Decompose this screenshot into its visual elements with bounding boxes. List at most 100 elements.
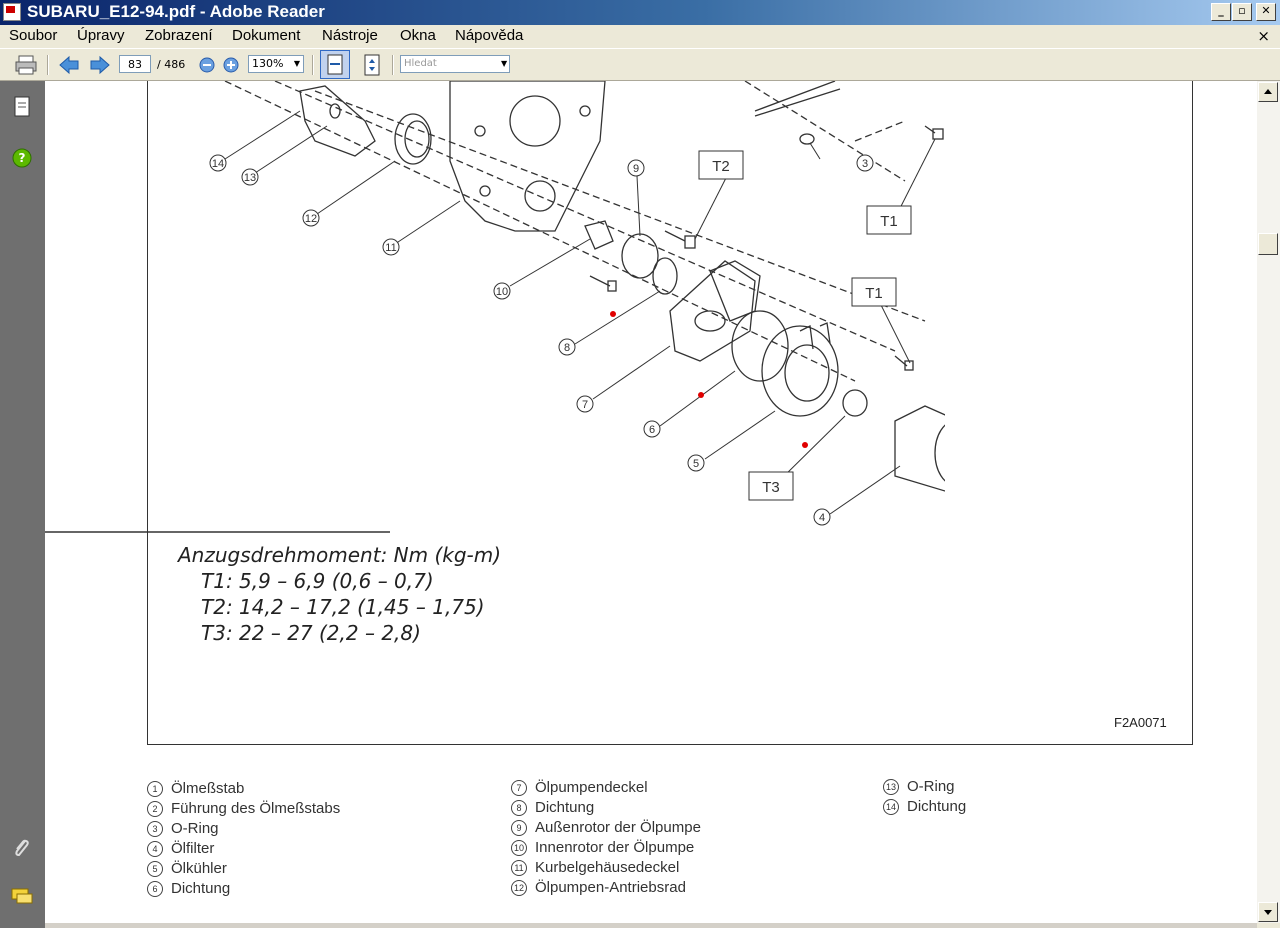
- menu-nastroje[interactable]: Nástroje: [322, 27, 378, 44]
- fit-width-button[interactable]: [320, 50, 350, 79]
- toolbar: 83 / 486 130% ▼ Hledat ▼: [0, 48, 1280, 81]
- torque-t1: T1: 5,9 – 6,9 (0,6 – 0,7): [201, 569, 434, 593]
- pdf-app-icon: [3, 3, 21, 21]
- torque-t3: T3: 22 – 27 (2,2 – 2,8): [201, 621, 421, 645]
- legend-item: 14 Dichtung: [883, 798, 966, 815]
- torque-box-t1-upper: T1: [866, 205, 912, 235]
- menu-dokument[interactable]: Dokument: [232, 27, 300, 44]
- svg-text:11: 11: [385, 242, 396, 254]
- legend-item: 9 Außenrotor der Ölpumpe: [511, 819, 701, 836]
- legend-item: 3 O-Ring: [147, 820, 219, 837]
- next-page-icon[interactable]: [89, 55, 111, 75]
- vertical-scrollbar[interactable]: [1257, 81, 1280, 923]
- minimize-button[interactable]: _: [1211, 3, 1231, 21]
- attachment-icon[interactable]: [11, 837, 33, 859]
- comments-icon[interactable]: [10, 887, 34, 907]
- svg-text:7: 7: [582, 399, 588, 411]
- zoom-out-icon[interactable]: [198, 56, 216, 74]
- svg-text:9: 9: [633, 163, 639, 175]
- callout-13: 13: [241, 168, 259, 186]
- torque-heading: Anzugsdrehmoment: Nm (kg-m): [178, 543, 502, 567]
- legend-item: 10 Innenrotor der Ölpumpe: [511, 839, 694, 856]
- svg-text:5: 5: [693, 458, 699, 470]
- chevron-down-icon: ▼: [293, 59, 300, 68]
- svg-text:T1: T1: [880, 213, 898, 230]
- menu-upravy[interactable]: Úpravy: [77, 27, 125, 44]
- svg-text:12: 12: [305, 213, 317, 225]
- legend-item: 8 Dichtung: [511, 799, 594, 816]
- torque-box-t2: T2: [698, 150, 744, 180]
- menu-okna[interactable]: Okna: [400, 27, 436, 44]
- callout-11: 11: [382, 238, 400, 256]
- callout-6: 6: [643, 420, 661, 438]
- legend-item: 12 Ölpumpen-Antriebsrad: [511, 879, 686, 896]
- callout-10: 10: [493, 282, 511, 300]
- menu-napoveda[interactable]: Nápověda: [455, 27, 523, 44]
- legend-item: 11 Kurbelgehäusedeckel: [511, 859, 679, 876]
- help-icon[interactable]: ?: [11, 147, 33, 169]
- exploded-diagram: 14 13 12 11 10 9 8 7 6 5 4 3 T2 T1 T1 T3: [45, 81, 945, 533]
- menu-zobrazeni[interactable]: Zobrazení: [145, 27, 213, 44]
- svg-text:10: 10: [496, 286, 508, 298]
- fit-width-icon: [327, 54, 343, 75]
- page-total: / 486: [157, 58, 186, 71]
- torque-box-t1-lower: T1: [851, 277, 897, 307]
- svg-text:4: 4: [819, 512, 825, 524]
- svg-text:6: 6: [649, 424, 655, 436]
- print-icon[interactable]: [14, 54, 38, 76]
- callout-4: 4: [813, 508, 831, 526]
- scroll-up-button[interactable]: [1258, 82, 1278, 102]
- search-placeholder: Hledat: [404, 58, 437, 69]
- arrow-up-icon: [1264, 89, 1272, 94]
- scroll-down-button[interactable]: [1258, 902, 1278, 922]
- zoom-in-icon[interactable]: [222, 56, 240, 74]
- svg-text:T1: T1: [865, 285, 883, 302]
- callout-14: 14: [209, 154, 227, 172]
- callout-12: 12: [302, 209, 320, 227]
- navigation-pane: ?: [0, 81, 45, 928]
- torque-box-t3: T3: [748, 471, 794, 501]
- menu-soubor[interactable]: Soubor: [9, 27, 57, 44]
- legend-item: 4 Ölfilter: [147, 840, 214, 857]
- callout-5: 5: [687, 454, 705, 472]
- search-input[interactable]: Hledat: [400, 55, 510, 73]
- toolbar-separator: [47, 55, 49, 75]
- fit-page-icon[interactable]: [361, 53, 383, 77]
- page-number-input[interactable]: 83: [119, 55, 151, 73]
- callout-9: 9: [627, 159, 645, 177]
- legend-item: 2 Führung des Ölmeßstabs: [147, 800, 340, 817]
- legend-item: 13 O-Ring: [883, 778, 955, 795]
- legend-item: 5 Ölkühler: [147, 860, 227, 877]
- toolbar-separator: [392, 55, 394, 75]
- search-dropdown-icon[interactable]: ▼: [501, 59, 507, 68]
- menu-bar: Soubor Úpravy Zobrazení Dokument Nástroj…: [0, 25, 1280, 48]
- torque-t2: T2: 14,2 – 17,2 (1,45 – 1,75): [201, 595, 485, 619]
- pages-icon[interactable]: [12, 95, 32, 119]
- close-button[interactable]: ✕: [1256, 3, 1276, 21]
- document-close-icon[interactable]: ×: [1257, 27, 1270, 45]
- zoom-dropdown[interactable]: 130% ▼: [248, 55, 304, 73]
- callout-8: 8: [558, 338, 576, 356]
- zoom-value: 130%: [252, 57, 284, 70]
- restore-button[interactable]: ▫: [1232, 3, 1252, 21]
- legend-item: 1 Ölmeßstab: [147, 780, 244, 797]
- legend-item: 7 Ölpumpendeckel: [511, 779, 648, 796]
- svg-text:13: 13: [244, 172, 256, 184]
- title-bar[interactable]: SUBARU_E12-94.pdf - Adobe Reader _ ▫ ✕: [0, 0, 1280, 25]
- svg-text:?: ?: [19, 151, 26, 165]
- callout-3: 3: [856, 154, 874, 172]
- legend-item: 6 Dichtung: [147, 880, 230, 897]
- document-page[interactable]: 14 13 12 11 10 9 8 7 6 5 4 3 T2 T1 T1 T3…: [45, 81, 1257, 923]
- horizontal-scroll-strip: [45, 923, 1257, 928]
- window-title: SUBARU_E12-94.pdf - Adobe Reader: [27, 2, 325, 21]
- previous-page-icon[interactable]: [58, 55, 80, 75]
- svg-text:T3: T3: [762, 479, 780, 496]
- svg-text:14: 14: [212, 158, 224, 170]
- arrow-down-icon: [1264, 910, 1272, 915]
- figure-id: F2A0071: [1114, 715, 1167, 730]
- svg-text:8: 8: [564, 342, 570, 354]
- svg-text:T2: T2: [712, 158, 730, 175]
- svg-text:3: 3: [862, 158, 868, 170]
- toolbar-separator: [312, 55, 314, 75]
- scroll-thumb[interactable]: [1258, 233, 1278, 255]
